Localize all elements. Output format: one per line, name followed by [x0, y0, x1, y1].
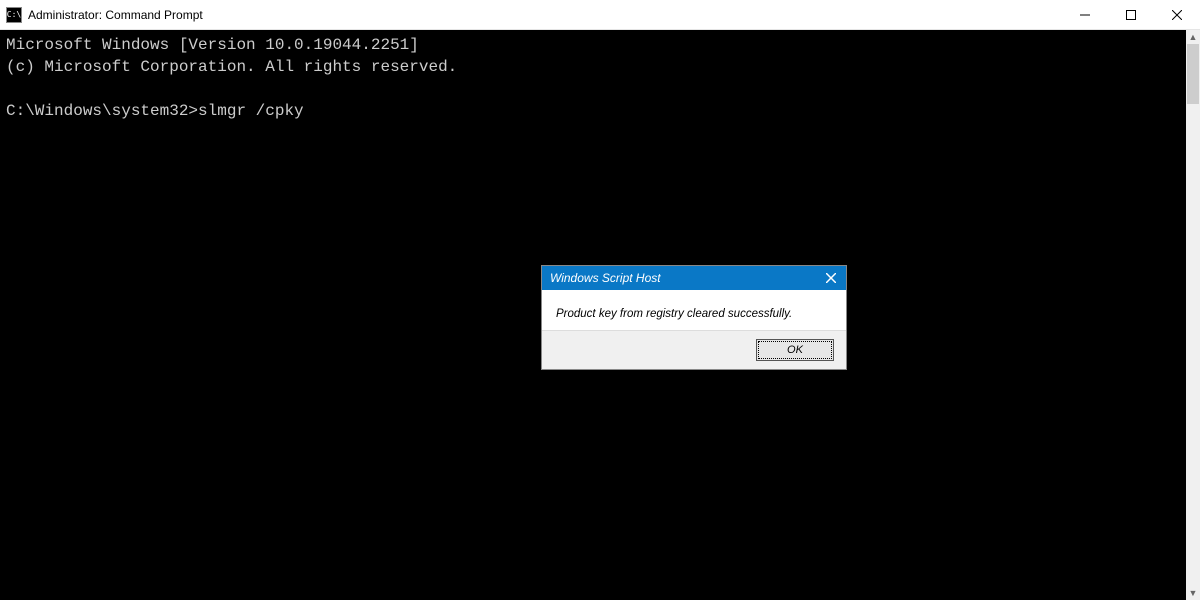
scroll-down-icon[interactable]: ▼ [1186, 586, 1200, 600]
close-button[interactable] [1154, 0, 1200, 29]
scroll-thumb[interactable] [1187, 44, 1199, 104]
dialog-titlebar: Windows Script Host [542, 266, 846, 290]
dialog-close-button[interactable] [816, 266, 846, 290]
message-dialog: Windows Script Host Product key from reg… [541, 265, 847, 370]
window-controls [1062, 0, 1200, 29]
cmd-icon: C:\ [6, 7, 22, 23]
dialog-title: Windows Script Host [550, 271, 661, 285]
scroll-up-icon[interactable]: ▲ [1186, 30, 1200, 44]
window-title: Administrator: Command Prompt [28, 8, 1062, 22]
console-line: Microsoft Windows [Version 10.0.19044.22… [6, 36, 419, 54]
dialog-message: Product key from registry cleared succes… [542, 290, 846, 330]
maximize-button[interactable] [1108, 0, 1154, 29]
dialog-footer: OK [542, 330, 846, 369]
vertical-scrollbar[interactable]: ▲ ▼ [1186, 30, 1200, 600]
window-titlebar: C:\ Administrator: Command Prompt [0, 0, 1200, 30]
ok-button[interactable]: OK [756, 339, 834, 361]
console-line: (c) Microsoft Corporation. All rights re… [6, 58, 457, 76]
minimize-button[interactable] [1062, 0, 1108, 29]
console-prompt-line: C:\Windows\system32>slmgr /cpky [6, 102, 304, 120]
